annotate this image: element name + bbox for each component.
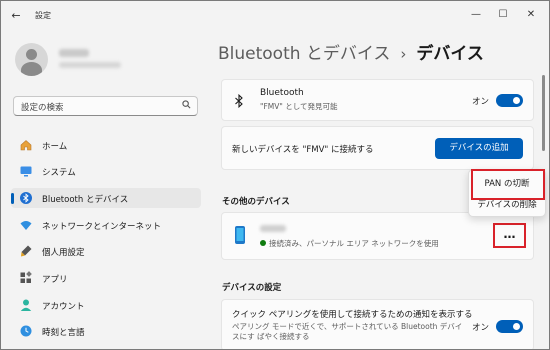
title-bar: ← 設定 — ☐ ✕ — [1, 1, 549, 31]
connected-status-dot — [260, 240, 266, 246]
system-icon — [20, 166, 32, 177]
account-icon — [20, 299, 32, 311]
bluetooth-subtitle: "FMV" として発見可能 — [260, 102, 338, 111]
sidebar-item-apps[interactable]: アプリ — [11, 268, 201, 288]
swift-pair-toggle[interactable] — [496, 320, 523, 333]
sidebar-item-label: アカウント — [42, 302, 85, 312]
sidebar-item-label: システム — [42, 168, 76, 178]
sidebar-item-label: アプリ — [42, 275, 68, 285]
phone-icon — [235, 226, 245, 244]
sidebar-item-system[interactable]: システム — [11, 161, 201, 181]
back-arrow-icon[interactable]: ← — [9, 9, 23, 23]
add-device-button[interactable]: デバイスの追加 — [435, 138, 523, 159]
bluetooth-icon — [20, 192, 32, 204]
breadcrumb-separator-icon: › — [400, 45, 407, 63]
swift-pair-card: クイック ペアリングを使用して接続するための通知を表示する ペアリング モードで… — [221, 299, 534, 349]
home-icon — [20, 140, 32, 151]
breadcrumb: Bluetooth とデバイス › デバイス — [218, 39, 484, 64]
user-name-blurred — [59, 49, 89, 57]
avatar-body-shape — [21, 62, 42, 76]
device-status: 接続済み、パーソナル エリア ネットワークを使用 — [269, 239, 439, 248]
sidebar-item-label: ネットワークとインターネット — [42, 222, 162, 232]
device-card: 接続済み、パーソナル エリア ネットワークを使用 — [221, 212, 534, 260]
apps-icon — [20, 271, 32, 283]
close-button[interactable]: ✕ — [521, 7, 541, 23]
more-options-button[interactable]: … — [493, 223, 526, 248]
sidebar-item-label: Bluetooth とデバイス — [42, 195, 129, 205]
search-icon — [182, 100, 191, 109]
maximize-button[interactable]: ☐ — [493, 7, 513, 23]
sidebar-item-time-language[interactable]: 時刻と言語 — [11, 321, 201, 341]
swift-pair-toggle-label: オン — [472, 323, 490, 333]
breadcrumb-parent[interactable]: Bluetooth とデバイス — [218, 44, 390, 64]
sidebar-item-personalization[interactable]: 個人用設定 — [11, 241, 201, 261]
bluetooth-toggle-label: オン — [472, 97, 490, 107]
sidebar-item-network[interactable]: ネットワークとインターネット — [11, 215, 201, 235]
add-device-text: 新しいデバイスを "FMV" に接続する — [232, 145, 374, 155]
sidebar-item-accounts[interactable]: アカウント — [11, 295, 201, 315]
highlight-frame — [471, 169, 545, 200]
sidebar-item-label: 個人用設定 — [42, 248, 85, 258]
bluetooth-card: Bluetooth "FMV" として発見可能 オン — [221, 79, 534, 121]
device-name-blurred — [260, 225, 286, 232]
swift-pair-description: ペアリング モードで近くで、サポートされている Bluetooth デバイスにす… — [232, 322, 463, 341]
clock-icon — [20, 325, 32, 337]
active-indicator — [11, 193, 14, 204]
app-title: 設定 — [35, 11, 51, 20]
device-settings-heading: デバイスの設定 — [222, 283, 282, 293]
sidebar-item-home[interactable]: ホーム — [11, 135, 201, 155]
avatar — [15, 43, 48, 76]
bluetooth-icon — [235, 94, 243, 108]
wifi-icon — [20, 221, 32, 230]
bluetooth-title: Bluetooth — [260, 88, 304, 98]
brush-icon — [21, 245, 32, 257]
minimize-button[interactable]: — — [466, 7, 486, 23]
user-email-blurred — [59, 62, 121, 68]
settings-window: ← 設定 — ☐ ✕ 設定の検索 ホーム システム Bluetooth とデバイ… — [0, 0, 550, 350]
swift-pair-title: クイック ペアリングを使用して接続するための通知を表示する — [232, 310, 473, 320]
toggle-knob — [513, 97, 520, 104]
toggle-knob — [513, 323, 520, 330]
other-devices-heading: その他のデバイス — [222, 197, 290, 207]
sidebar-item-bluetooth[interactable]: Bluetooth とデバイス — [11, 188, 201, 208]
search-input[interactable]: 設定の検索 — [13, 96, 198, 116]
sidebar-item-label: 時刻と言語 — [42, 328, 85, 338]
add-device-card: 新しいデバイスを "FMV" に接続する デバイスの追加 — [221, 126, 534, 170]
avatar-head-shape — [26, 49, 37, 60]
bluetooth-toggle[interactable] — [496, 94, 523, 107]
page-title: デバイス — [416, 44, 484, 64]
search-placeholder: 設定の検索 — [21, 103, 64, 113]
scrollbar[interactable] — [542, 75, 545, 151]
sidebar-item-label: ホーム — [42, 142, 68, 152]
